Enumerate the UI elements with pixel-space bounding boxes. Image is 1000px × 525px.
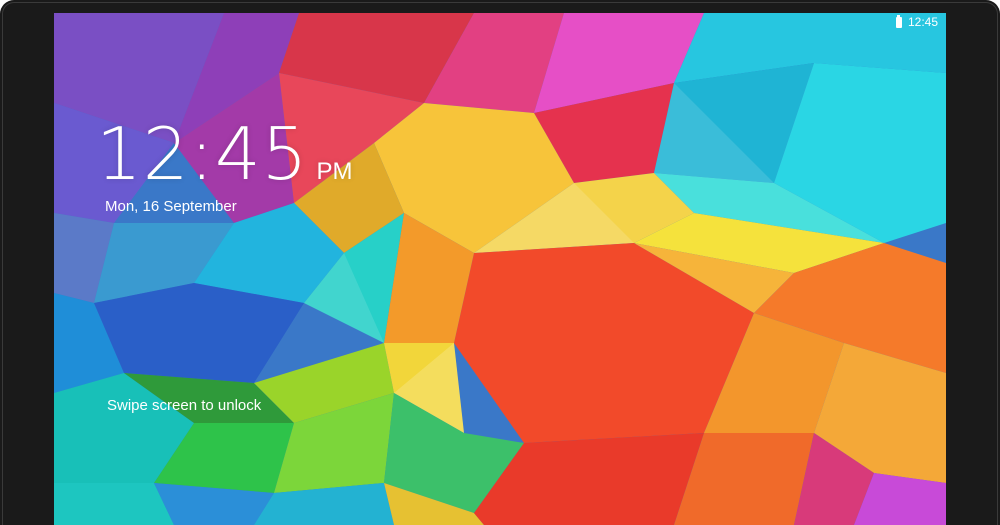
unlock-hint: Swipe screen to unlock	[107, 397, 262, 414]
battery-full-icon	[895, 14, 902, 28]
lock-screen-clock: 12:45 PM	[96, 118, 353, 190]
tablet-device-frame: 12:45 12:45 PM Mon, 16 September Swipe s…	[0, 0, 1000, 525]
clock-date: Mon, 16 September	[105, 198, 237, 215]
clock-time: 12:45	[96, 112, 309, 196]
clock-ampm: PM	[316, 158, 353, 185]
status-bar: 12:45	[895, 13, 938, 31]
status-bar-time: 12:45	[907, 15, 938, 29]
lock-screen[interactable]: 12:45 12:45 PM Mon, 16 September Swipe s…	[54, 13, 946, 525]
wallpaper	[54, 13, 946, 525]
